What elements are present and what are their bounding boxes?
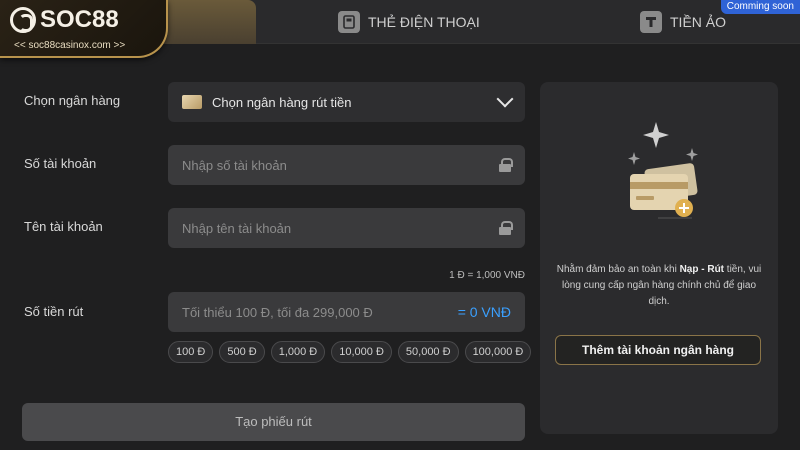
bank-select[interactable]: Chọn ngân hàng rút tiền: [168, 82, 525, 122]
logo-name: SOC88: [40, 6, 119, 33]
lock-icon: [499, 221, 513, 235]
phone-card-icon: [338, 11, 360, 33]
amount-field[interactable]: Tối thiểu 100 Đ, tối đa 299,000 Đ = 0 VN…: [168, 292, 525, 332]
amount-chip[interactable]: 500 Đ: [219, 341, 265, 363]
amount-chips: 100 Đ 500 Đ 1,000 Đ 10,000 Đ 50,000 Đ 10…: [168, 341, 532, 363]
amount-placeholder: Tối thiểu 100 Đ, tối đa 299,000 Đ: [182, 304, 373, 320]
chevron-down-icon: [496, 90, 514, 108]
create-withdrawal-button[interactable]: Tạo phiếu rút: [22, 403, 525, 441]
amount-chip[interactable]: 100 Đ: [168, 341, 214, 363]
bank-label: Chọn ngân hàng: [24, 93, 121, 108]
bank-card-illustration-icon: [618, 120, 708, 220]
amount-converted: = 0 VNĐ: [457, 304, 511, 320]
safety-info-pre: Nhằm đảm bảo an toàn khi: [556, 264, 680, 275]
amount-chip[interactable]: 1,000 Đ: [270, 341, 326, 363]
crypto-icon: [640, 11, 662, 33]
tab-crypto[interactable]: TIỀN ẢO: [640, 10, 726, 34]
logo-url: << soc88casinox.com >>: [14, 40, 126, 51]
account-name-label: Tên tài khoản: [24, 219, 103, 234]
safety-info-bold: Nạp - Rút: [679, 264, 725, 275]
bank-select-value: Chọn ngân hàng rút tiền: [212, 94, 352, 110]
account-number-field[interactable]: Nhập số tài khoản: [168, 145, 525, 185]
account-name-placeholder: Nhập tên tài khoản: [182, 220, 292, 236]
coming-soon-badge: Comming soon: [720, 0, 800, 14]
amount-chip[interactable]: 50,000 Đ: [397, 341, 459, 363]
amount-chip[interactable]: 10,000 Đ: [331, 341, 392, 363]
logo-mark-icon: [10, 7, 36, 33]
logo-wordmark: SOC88: [10, 6, 119, 34]
account-number-label: Số tài khoản: [24, 156, 97, 171]
account-name-field[interactable]: Nhập tên tài khoản: [168, 208, 525, 248]
tab-phone-card-label: THẺ ĐIỆN THOẠI: [368, 14, 480, 30]
safety-info: Nhằm đảm bảo an toàn khi Nạp - Rút tiền,…: [554, 262, 764, 310]
tab-crypto-label: TIỀN ẢO: [670, 14, 727, 30]
amount-label: Số tiền rút: [24, 304, 84, 319]
exchange-rate: 1 Đ = 1,000 VNĐ: [449, 270, 525, 281]
account-number-placeholder: Nhập số tài khoản: [182, 157, 287, 173]
brand-logo: SOC88 << soc88casinox.com >>: [0, 0, 168, 58]
bank-info-panel: Nhằm đảm bảo an toàn khi Nạp - Rút tiền,…: [540, 82, 778, 434]
tab-phone-card[interactable]: THẺ ĐIỆN THOẠI: [338, 10, 480, 34]
bank-card-icon: [182, 95, 202, 109]
add-bank-account-button[interactable]: Thêm tài khoản ngân hàng: [555, 335, 761, 365]
amount-chip[interactable]: 100,000 Đ: [464, 341, 532, 363]
lock-icon: [499, 158, 513, 172]
